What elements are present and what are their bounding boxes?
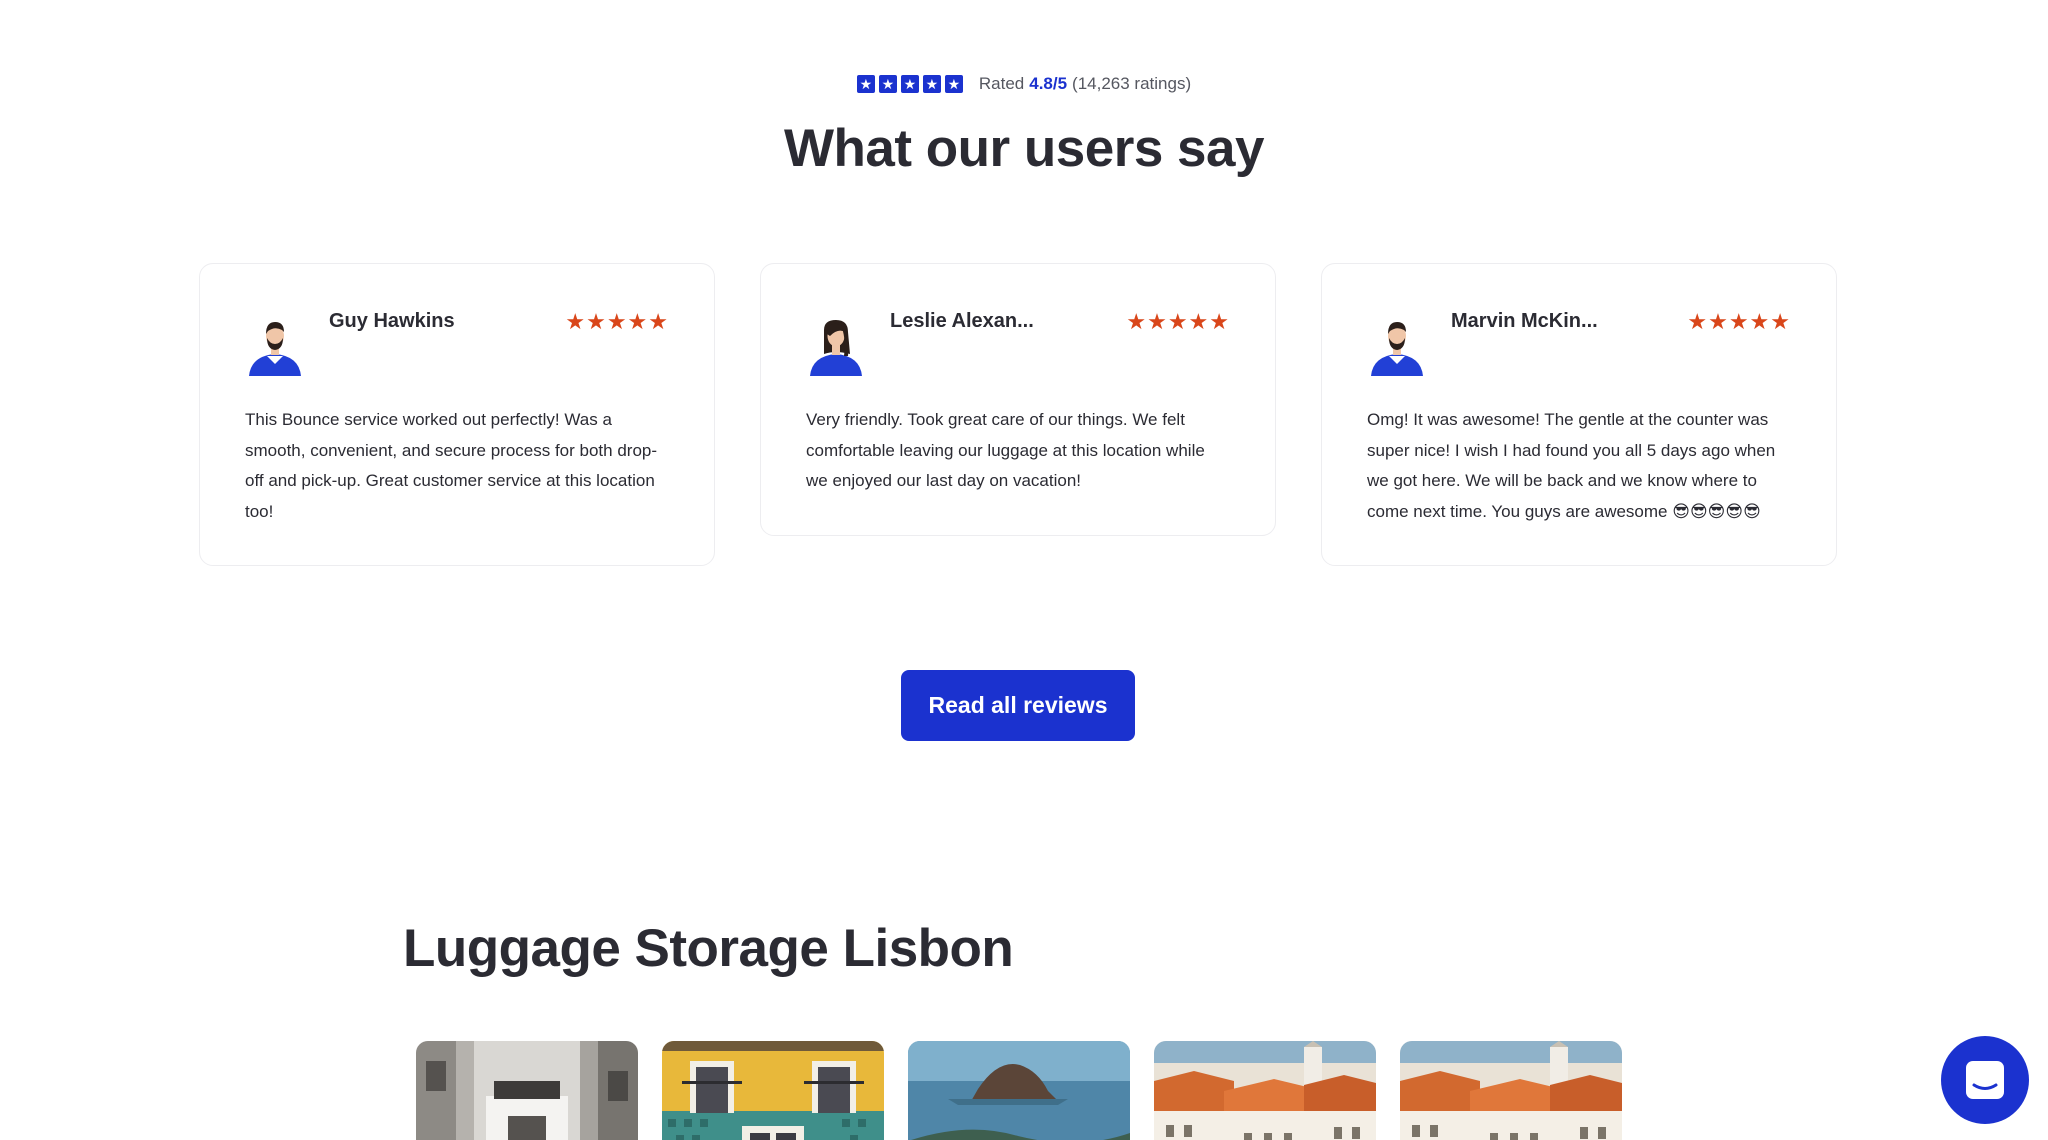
coastal-rock-photo[interactable] (908, 1041, 1130, 1140)
star-icon: ★ (944, 75, 963, 93)
tiled-facade-photo[interactable] (662, 1041, 884, 1140)
page: ★ ★ ★ ★ ★ Rated 4.8/5 (14,263 ratings) W… (0, 0, 2048, 1140)
luggage-storage-title: Luggage Storage Lisbon (403, 919, 1014, 978)
rating-count: (14,263 ratings) (1072, 74, 1192, 93)
female-avatar-icon (810, 320, 862, 376)
street-photo[interactable] (416, 1041, 638, 1140)
review-card: Marvin McKin... ★★★★★ Omg! It was awesom… (1321, 263, 1837, 566)
read-all-reviews-button[interactable]: Read all reviews (901, 670, 1135, 741)
star-icon: ★ (856, 75, 875, 93)
location-thumbnails (416, 1041, 1622, 1140)
review-stars: ★★★★★ (1687, 309, 1791, 334)
star-icon: ★ (922, 75, 941, 93)
rating-prefix: Rated (978, 74, 1025, 93)
review-card: Leslie Alexan... ★★★★★ Very friendly. To… (760, 263, 1276, 536)
male-avatar-icon (249, 322, 301, 376)
reviewer-name: Marvin McKin... (1451, 310, 1598, 332)
rating-score: 4.8/5 (1029, 74, 1068, 93)
review-card: Guy Hawkins ★★★★★ This Bounce service wo… (199, 263, 715, 566)
review-stars: ★★★★★ (1126, 309, 1230, 334)
section-title: What our users say (784, 119, 1264, 178)
rating-text: Rated 4.8/5 (14,263 ratings) (979, 74, 1191, 94)
male-avatar-icon (1371, 322, 1423, 376)
rating-stars: ★ ★ ★ ★ ★ (856, 75, 963, 93)
reviewer-name: Leslie Alexan... (890, 310, 1034, 332)
rating-summary: ★ ★ ★ ★ ★ Rated 4.8/5 (14,263 ratings) (0, 74, 2048, 94)
city-rooftops-photo[interactable] (1400, 1041, 1622, 1140)
review-text: Omg! It was awesome! The gentle at the c… (1367, 410, 1776, 521)
review-header: Marvin McKin... ★★★★★ (1367, 306, 1791, 377)
city-rooftops-photo[interactable] (1154, 1041, 1376, 1140)
star-icon: ★ (900, 75, 919, 93)
reviews-list: Guy Hawkins ★★★★★ This Bounce service wo… (199, 263, 1837, 566)
review-header: Guy Hawkins ★★★★★ (245, 306, 669, 377)
review-text: This Bounce service worked out perfectly… (245, 410, 658, 521)
reviewer-name: Guy Hawkins (329, 310, 455, 332)
review-text: Very friendly. Took great care of our th… (806, 410, 1205, 490)
review-header: Leslie Alexan... ★★★★★ (806, 306, 1230, 377)
chat-button[interactable] (1941, 1036, 2029, 1124)
chat-icon (1966, 1061, 2004, 1099)
review-stars: ★★★★★ (565, 309, 669, 334)
star-icon: ★ (878, 75, 897, 93)
